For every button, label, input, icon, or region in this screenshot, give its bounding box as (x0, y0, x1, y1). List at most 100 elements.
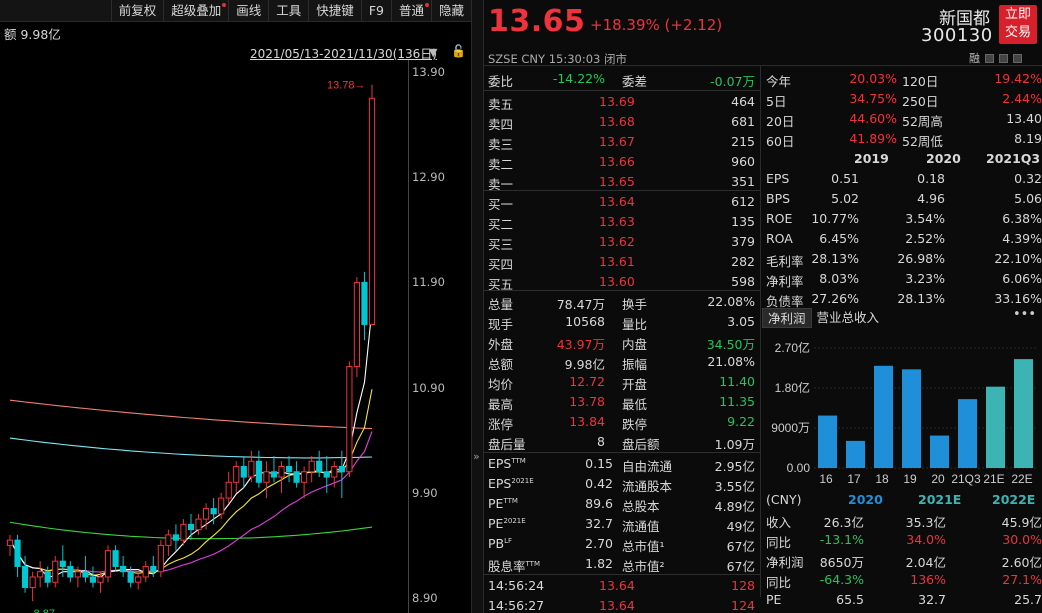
fin-value: 28.13% (811, 251, 859, 266)
expand-icon[interactable]: » (473, 450, 480, 463)
kline-plot[interactable]: 13.78→ ←8.87 (0, 60, 408, 613)
perf-value: 20.03% (849, 71, 897, 86)
tab-revenue[interactable]: 营业总收入 (812, 308, 885, 328)
panel-splitter[interactable]: » (471, 0, 484, 613)
fin-tabs: 净利润 营业总收入 ••• (762, 307, 1042, 329)
tab-net-profit[interactable]: 净利润 (762, 308, 812, 328)
candle-body (120, 565, 127, 573)
toolbar-hide[interactable]: 隐藏 (430, 0, 471, 22)
perf-value: 19.42% (994, 71, 1042, 86)
fin-year: 2020 (926, 151, 961, 166)
stat-row: 盘后量 8 盘后额 1.09万 (484, 432, 761, 452)
toolbar-adjust[interactable]: 前复权 (110, 0, 164, 22)
ask-label: 卖四 (488, 117, 514, 132)
forecast-label: 同比 (766, 535, 792, 550)
trade-now-button[interactable]: 立即 交易 (999, 5, 1037, 44)
fund-label: 流通值 (622, 519, 660, 534)
fund-value: 67亿 (726, 559, 755, 574)
stat-value: 11.35 (719, 394, 755, 409)
forecast-value: 26.3亿 (823, 515, 864, 530)
fin-header-row: 2019 2020 2021Q3 (762, 149, 1042, 169)
fundamental-row: EPSTTM 0.15 自由流通 2.95亿 (484, 454, 761, 474)
lock-icon[interactable]: 🔓 (451, 44, 466, 58)
fin-row: EPS 0.51 0.18 0.32 (762, 169, 1042, 189)
stat-value: 43.97万 (556, 337, 605, 352)
fin-value: 28.13% (897, 291, 945, 306)
fin-value: 22.10% (994, 251, 1042, 266)
forecast-label: PE (766, 592, 782, 607)
fund-value: 1.82 (585, 556, 613, 571)
chart-icon[interactable] (999, 53, 1008, 63)
fin-label: 净利率 (766, 274, 804, 289)
fin-row: 负债率 27.26% 28.13% 33.16% (762, 289, 1042, 309)
candle-body (127, 571, 134, 583)
fund-label: PBLF (488, 536, 512, 551)
dropdown-triangle-icon[interactable]: ▼ (429, 46, 437, 59)
fundamental-row: EPS2021E 0.42 流通股本 3.55亿 (484, 474, 761, 494)
fin-value: 5.02 (831, 191, 859, 206)
y-tick-label: 9.90 (412, 485, 438, 500)
high-price-label: 13.78→ (327, 80, 366, 92)
wc-label: 委差 (622, 74, 648, 89)
kline-chart-panel[interactable]: 前复权 超级叠加 画线 工具 快捷键 F9 普通 隐藏 额 9.98亿 2021… (0, 0, 471, 613)
forecast-unit: (CNY) (766, 492, 802, 507)
bid-row: 买三 13.62 379 (484, 232, 761, 252)
bar-x-tick: 19 (903, 472, 917, 486)
fundamental-row: PETTM 89.6 总股本 4.89亿 (484, 494, 761, 514)
stat-value: 11.40 (719, 374, 755, 389)
stat-value: 3.05 (727, 314, 755, 329)
stat-label: 均价 (488, 377, 514, 392)
forecast-row: 净利润 8650万 2.04亿 2.60亿 (762, 550, 1042, 570)
fund-value: 67亿 (726, 539, 755, 554)
fin-value: 3.54% (905, 211, 945, 226)
fin-row: ROA 6.45% 2.52% 4.39% (762, 229, 1042, 249)
perf-value: 34.75% (849, 91, 897, 106)
trade-btn-line2: 交易 (1004, 25, 1031, 40)
forecast-value: 65.5 (836, 592, 864, 607)
fundamental-row: 股息率TTM 1.82 总市值² 67亿 (484, 554, 761, 574)
bid-label: 买二 (488, 217, 514, 232)
perf-value: 44.60% (849, 111, 897, 126)
candle-body (293, 471, 300, 483)
fin-label: EPS (766, 171, 790, 186)
toolbar-tools[interactable]: 工具 (268, 0, 308, 22)
fin-label: BPS (766, 191, 791, 206)
toolbar-shortcuts[interactable]: 快捷键 (308, 0, 361, 22)
fin-value: 6.38% (1002, 211, 1042, 226)
forecast-row: 同比 -64.3% 136% 27.1% (762, 570, 1042, 590)
commission-ratio-row: 委比 -14.22% 委差 -0.07万 (484, 69, 761, 89)
candle-body (89, 576, 97, 583)
forecast-year: 2020 (848, 492, 883, 507)
toolbar-hide-label: 隐藏 (438, 2, 464, 18)
candle-body (150, 565, 157, 573)
bar-x-tick: 17 (847, 472, 861, 486)
toolbar-draw[interactable]: 画线 (228, 0, 268, 22)
fin-value: 0.18 (917, 171, 945, 186)
y-tick-label: 12.90 (412, 170, 445, 185)
bid-volume: 135 (731, 214, 755, 229)
candle-body (135, 576, 142, 583)
fin-value: 5.06 (1014, 191, 1042, 206)
settings-icon[interactable] (1013, 53, 1022, 63)
candle-body (21, 565, 29, 588)
toolbar-overlay[interactable]: 超级叠加 (163, 0, 228, 22)
more-icon[interactable]: ••• (1013, 307, 1036, 322)
fin-value: 8.03% (819, 271, 859, 286)
ask-price: 13.68 (599, 114, 635, 129)
toolbar-normal-label: 普通 (398, 2, 424, 18)
perf-label: 60日 (766, 134, 795, 149)
toolbar-normal[interactable]: 普通 (390, 0, 431, 22)
stat-label: 现手 (488, 317, 514, 332)
fund-label: EPS2021E (488, 476, 534, 491)
fund-value: 32.7 (585, 516, 613, 531)
ask-row: 卖一 13.65 351 (484, 172, 761, 192)
y-tick-label: 11.90 (412, 275, 445, 290)
fund-label: 总市值¹ (622, 539, 665, 554)
forecast-value: -64.3% (819, 572, 864, 587)
stat-row: 外盘 43.97万 内盘 34.50万 (484, 332, 761, 352)
tick-price: 13.64 (599, 598, 635, 613)
edit-icon[interactable] (985, 53, 994, 63)
toolbar-f9[interactable]: F9 (360, 0, 391, 22)
candle-body (301, 471, 308, 483)
fin-year: 2021Q3 (986, 151, 1041, 166)
